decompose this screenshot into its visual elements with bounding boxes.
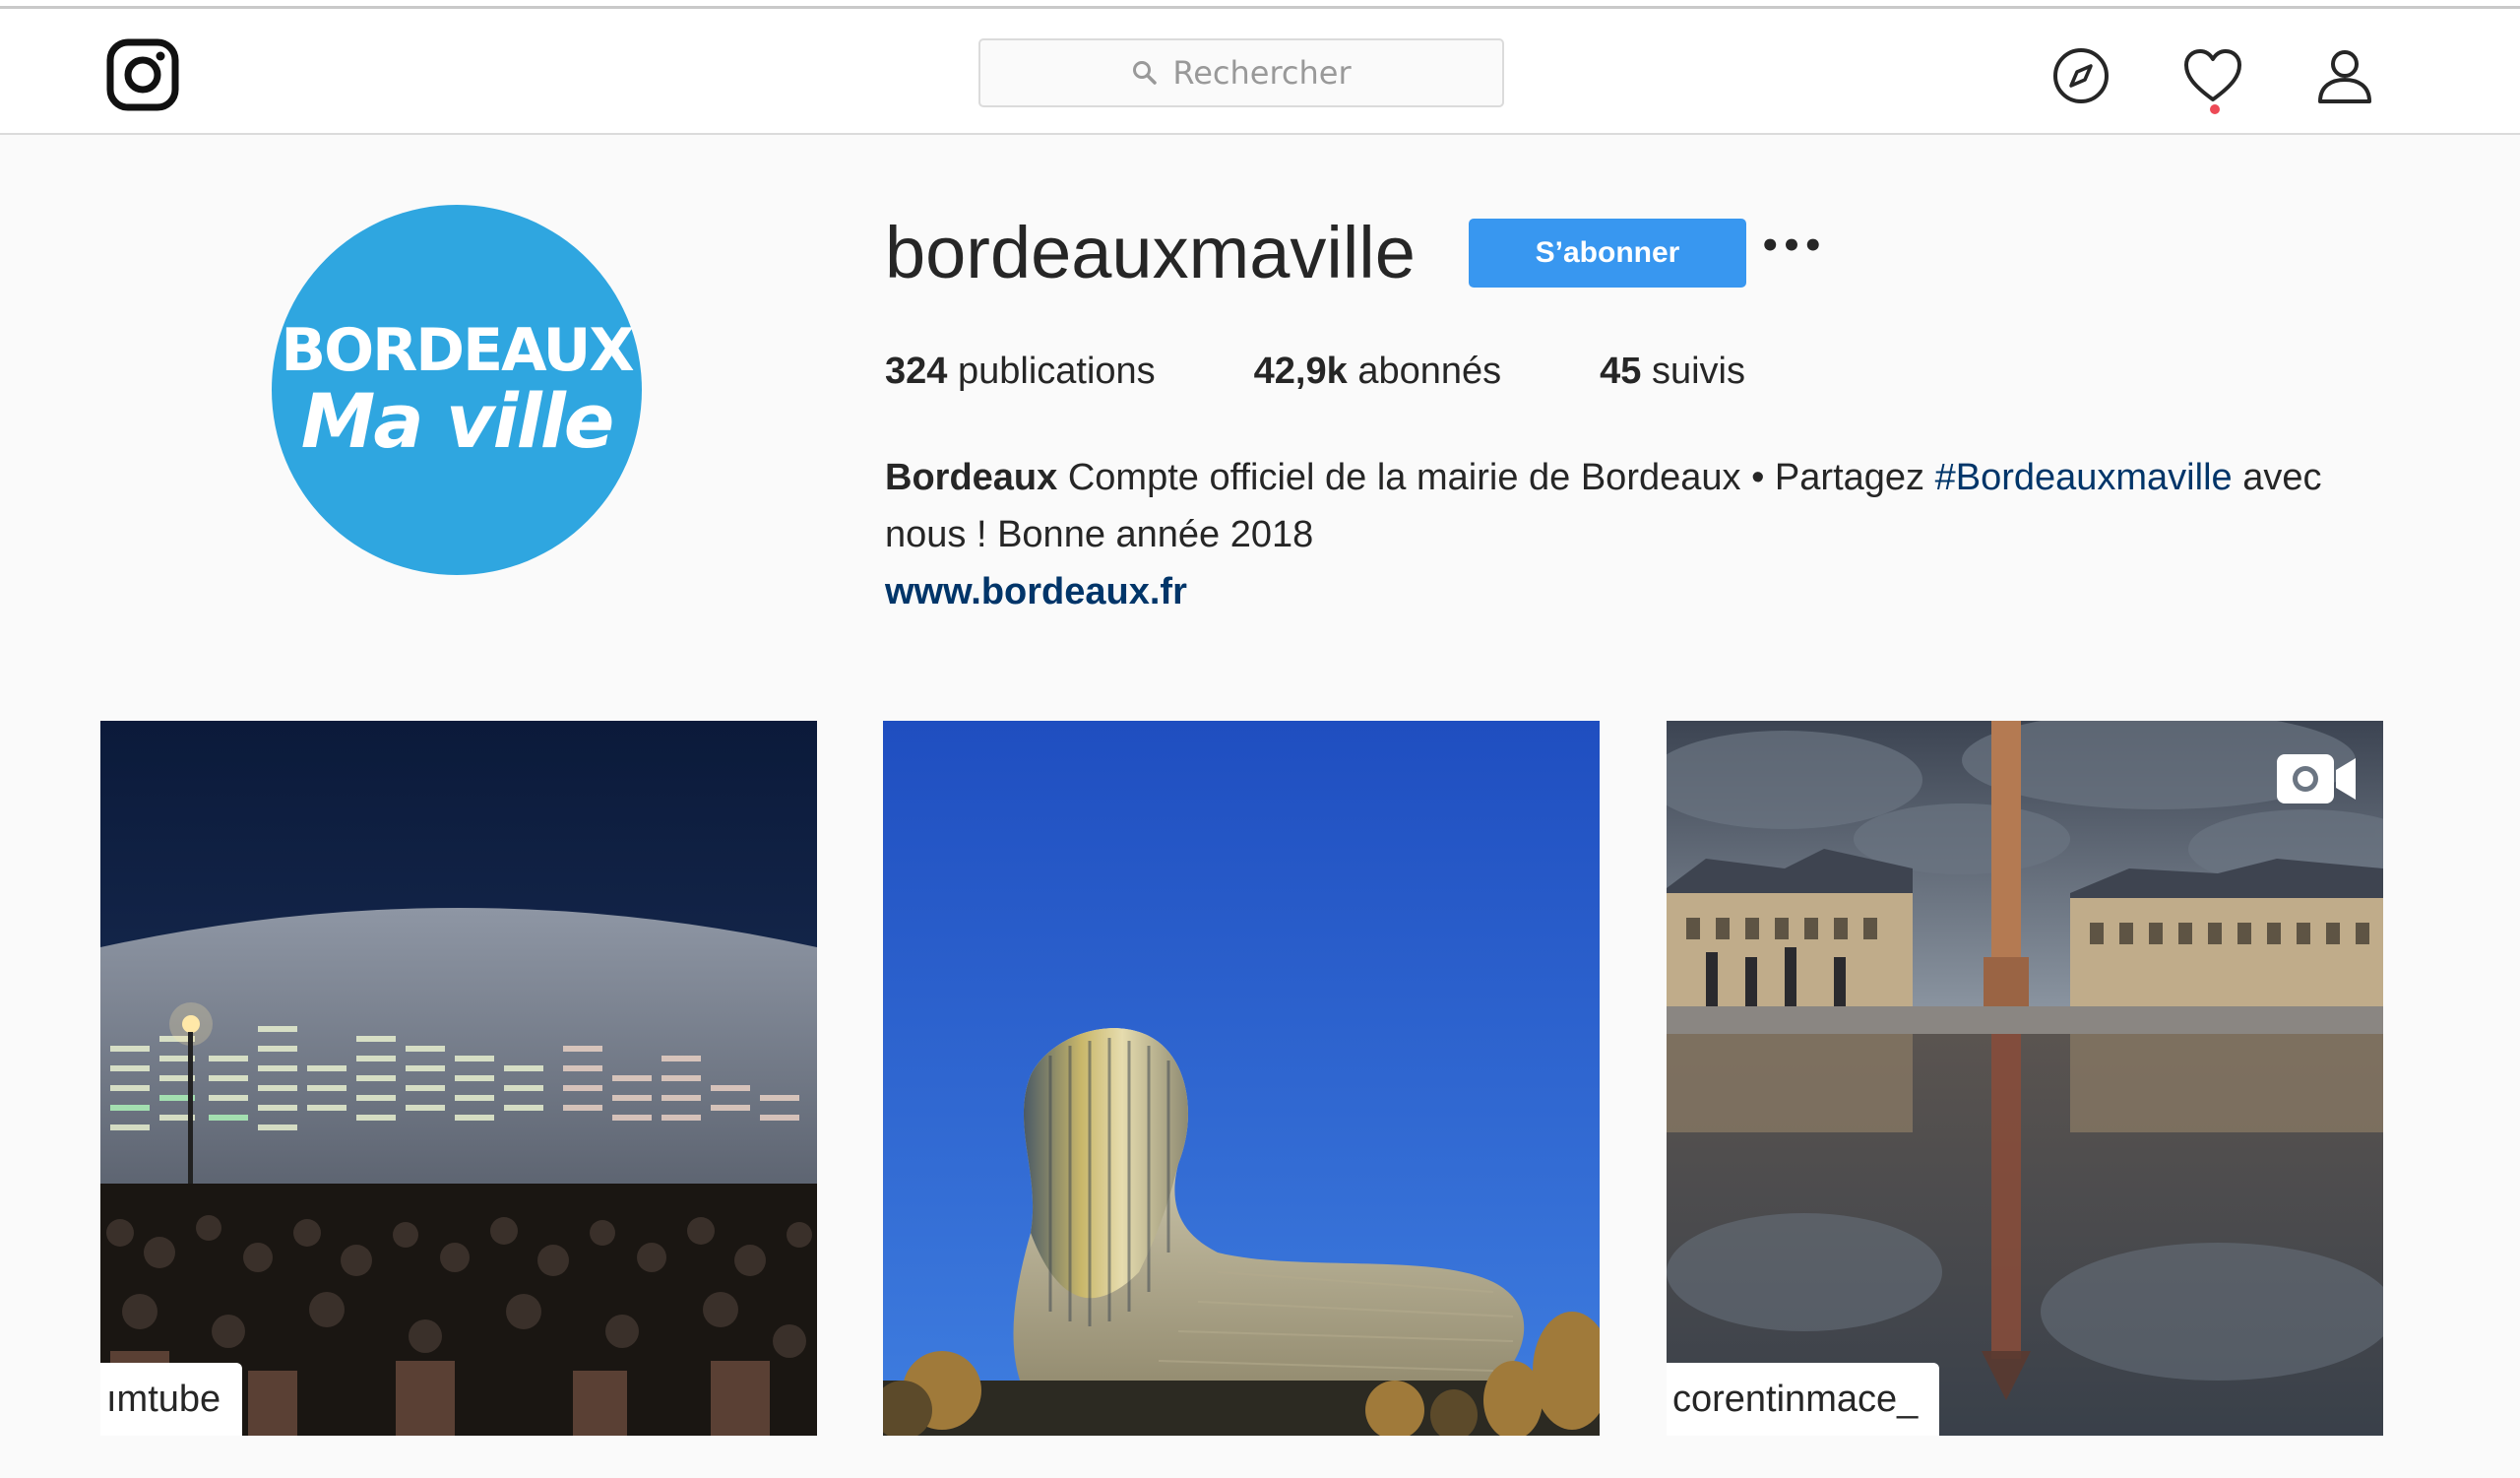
stat-publications: 324 publications bbox=[885, 351, 1156, 393]
bio-text: Compte officiel de la mairie de Bordeaux… bbox=[1067, 457, 1925, 498]
profile-username: bordeauxmaville bbox=[885, 212, 1416, 293]
stat-following[interactable]: 45 suivis bbox=[1600, 351, 1745, 393]
profile-stats: 324 publications 42,9k abonnés 45 suivis bbox=[885, 351, 1844, 393]
follow-button[interactable]: S’abonner bbox=[1469, 219, 1746, 288]
search-box[interactable]: Rechercher bbox=[978, 38, 1504, 107]
profile-avatar[interactable]: BORDEAUX Ma ville bbox=[272, 205, 642, 575]
search-icon bbox=[1133, 61, 1158, 85]
avatar-logo-line1: BORDEAUX bbox=[281, 316, 634, 385]
compass-icon[interactable] bbox=[2049, 44, 2112, 107]
post-thumbnail[interactable] bbox=[883, 721, 1600, 1436]
bio-hashtag-link[interactable]: #Bordeauxmaville bbox=[1935, 457, 2233, 498]
photo-credit-text: ımtube bbox=[106, 1378, 221, 1420]
post-thumbnail[interactable]: corentinmace_ bbox=[1667, 721, 2383, 1436]
instagram-camera-icon[interactable] bbox=[106, 38, 179, 111]
photo-credit-text: corentinmace_ bbox=[1672, 1378, 1919, 1420]
stat-value: 324 bbox=[885, 351, 948, 392]
bio-name: Bordeaux bbox=[885, 457, 1058, 498]
more-options-icon: ••• bbox=[1759, 226, 1824, 266]
post-thumbnail[interactable]: ımtube bbox=[100, 721, 817, 1436]
stat-label: publications bbox=[957, 351, 1156, 392]
heart-icon[interactable] bbox=[2181, 44, 2244, 107]
window-top-border bbox=[0, 0, 2520, 9]
stat-label: suivis bbox=[1651, 351, 1745, 392]
profile-bio: Bordeaux Compte officiel de la mairie de… bbox=[885, 449, 2391, 620]
photo-credit-label: ımtube bbox=[100, 1363, 243, 1436]
notification-dot bbox=[2210, 104, 2220, 114]
top-navigation-bar: Rechercher bbox=[0, 9, 2520, 135]
avatar-logo-line2: Ma ville bbox=[300, 377, 615, 465]
stat-value: 42,9k bbox=[1253, 351, 1348, 392]
search-placeholder: Rechercher bbox=[1172, 54, 1352, 92]
stadium-night-photo bbox=[100, 721, 817, 1436]
bio-website-link[interactable]: www.bordeaux.fr bbox=[885, 563, 2391, 620]
video-camera-icon bbox=[2277, 754, 2356, 803]
reflection-photo bbox=[1667, 721, 2383, 1436]
more-options-button[interactable]: ••• bbox=[1759, 226, 1823, 266]
user-icon[interactable] bbox=[2313, 44, 2376, 107]
photo-credit-label: corentinmace_ bbox=[1667, 1363, 1940, 1436]
stat-value: 45 bbox=[1600, 351, 1642, 392]
stat-label: abonnés bbox=[1357, 351, 1502, 392]
stat-followers[interactable]: 42,9k abonnés bbox=[1254, 351, 1501, 393]
cite-du-vin-photo bbox=[883, 721, 1600, 1436]
